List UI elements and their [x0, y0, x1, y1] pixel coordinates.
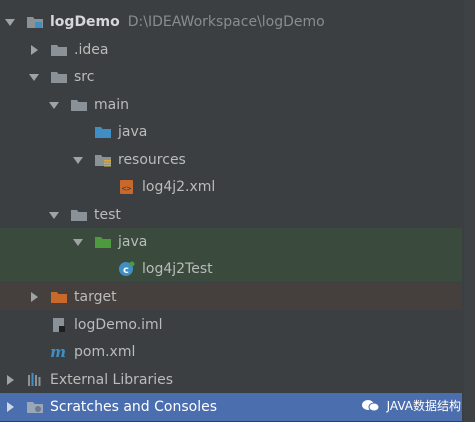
tree-item-external-libraries[interactable]: External Libraries: [0, 366, 462, 393]
scratches-icon: [26, 399, 44, 415]
tree-item-label: log4j2.xml: [142, 178, 216, 195]
chevron-right-icon[interactable]: [28, 44, 40, 56]
tree-item-idea[interactable]: .idea: [0, 36, 462, 63]
folder-icon: [70, 97, 88, 113]
tree-item-pom[interactable]: m pom.xml: [0, 338, 462, 365]
test-folder-icon: [94, 234, 112, 250]
watermark-text: JAVA数据结构: [386, 399, 461, 413]
chevron-down-icon[interactable]: [28, 71, 40, 83]
chevron-right-icon[interactable]: [28, 291, 40, 303]
chevron-down-icon[interactable]: [4, 16, 16, 28]
module-folder-icon: [26, 14, 44, 30]
tree-item-log4j2-xml[interactable]: <> log4j2.xml: [0, 173, 462, 200]
chevron-right-icon[interactable]: [4, 374, 16, 386]
excluded-folder-icon: [50, 289, 68, 305]
chevron-down-icon[interactable]: [72, 154, 84, 166]
folder-icon: [50, 42, 68, 58]
tree-item-label: src: [74, 68, 95, 85]
chevron-down-icon[interactable]: [48, 209, 60, 221]
tree-item-logDemo[interactable]: logDemo D:\IDEAWorkspace\logDemo: [0, 8, 462, 35]
tree-item-label: java: [118, 123, 148, 140]
tree-item-label: java: [118, 233, 148, 250]
watermark: JAVA数据结构: [361, 397, 461, 414]
resources-folder-icon: [94, 152, 112, 168]
folder-icon: [70, 207, 88, 223]
tree-item-label: .idea: [74, 41, 109, 58]
tree-item-iml[interactable]: logDemo.iml: [0, 311, 462, 338]
iml-file-icon: [50, 317, 68, 333]
tree-item-label: log4j2Test: [142, 260, 213, 277]
tree-item-label: logDemo.iml: [74, 316, 163, 333]
svg-text:<>: <>: [122, 184, 132, 193]
chevron-down-icon[interactable]: [48, 99, 60, 111]
project-path: D:\IDEAWorkspace\logDemo: [127, 13, 325, 30]
wechat-icon: [361, 399, 381, 413]
libraries-icon: [26, 372, 44, 388]
tree-item-main-java[interactable]: java: [0, 118, 462, 145]
tree-item-label: External Libraries: [50, 371, 173, 388]
tree-item-log4j2Test[interactable]: c log4j2Test: [0, 255, 462, 282]
source-folder-icon: [94, 124, 112, 140]
tree-item-label: resources: [118, 151, 186, 168]
chevron-right-icon[interactable]: [4, 401, 16, 413]
project-tree: logDemo D:\IDEAWorkspace\logDemo .idea s…: [0, 0, 462, 422]
tree-item-label: target: [74, 288, 117, 305]
maven-icon: m: [50, 344, 68, 360]
tree-item-label: main: [94, 96, 129, 113]
project-name: logDemo: [50, 13, 120, 30]
tree-item-main[interactable]: main: [0, 91, 462, 118]
java-class-icon: c: [118, 261, 136, 277]
chevron-down-icon[interactable]: [72, 236, 84, 248]
tree-item-label: test: [94, 206, 121, 223]
folder-icon: [50, 69, 68, 85]
tree-item-target[interactable]: target: [0, 283, 462, 310]
tree-item-test[interactable]: test: [0, 201, 462, 228]
tree-item-resources[interactable]: resources: [0, 146, 462, 173]
tree-item-src[interactable]: src: [0, 63, 462, 90]
svg-text:m: m: [50, 344, 66, 360]
svg-text:c: c: [123, 265, 129, 276]
vertical-scrollbar[interactable]: [464, 0, 475, 422]
xml-file-icon: <>: [118, 179, 136, 195]
tree-item-label: Scratches and Consoles: [50, 399, 217, 415]
tree-item-label: pom.xml: [74, 343, 136, 360]
tree-item-test-java[interactable]: java: [0, 228, 462, 255]
